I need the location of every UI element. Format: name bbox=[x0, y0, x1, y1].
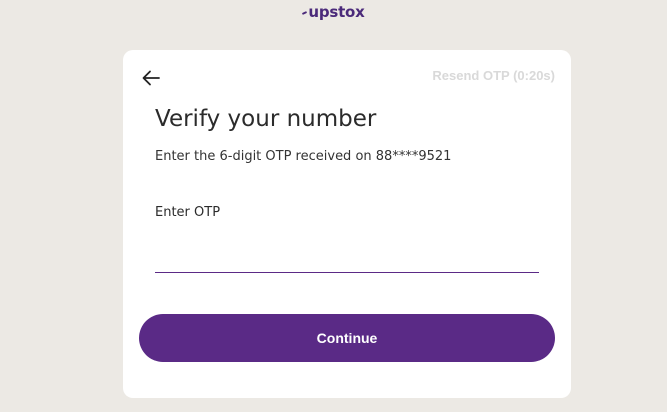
login-page: upstox Resend OTP (0:20s) Verify your nu… bbox=[0, 0, 667, 412]
continue-button[interactable]: Continue bbox=[139, 314, 555, 362]
back-button[interactable] bbox=[140, 67, 162, 89]
otp-field-label: Enter OTP bbox=[155, 205, 221, 220]
upstox-logo: upstox bbox=[0, 3, 667, 21]
otp-card: Resend OTP (0:20s) Verify your number En… bbox=[123, 50, 571, 398]
arrow-left-icon bbox=[142, 70, 160, 86]
page-title: Verify your number bbox=[155, 106, 377, 132]
logo-swoosh bbox=[302, 10, 308, 15]
resend-otp-link[interactable]: Resend OTP (0:20s) bbox=[432, 68, 555, 83]
otp-input[interactable] bbox=[155, 240, 539, 273]
logo-text: upstox bbox=[308, 3, 365, 21]
otp-instruction: Enter the 6-digit OTP received on 88****… bbox=[155, 149, 452, 164]
